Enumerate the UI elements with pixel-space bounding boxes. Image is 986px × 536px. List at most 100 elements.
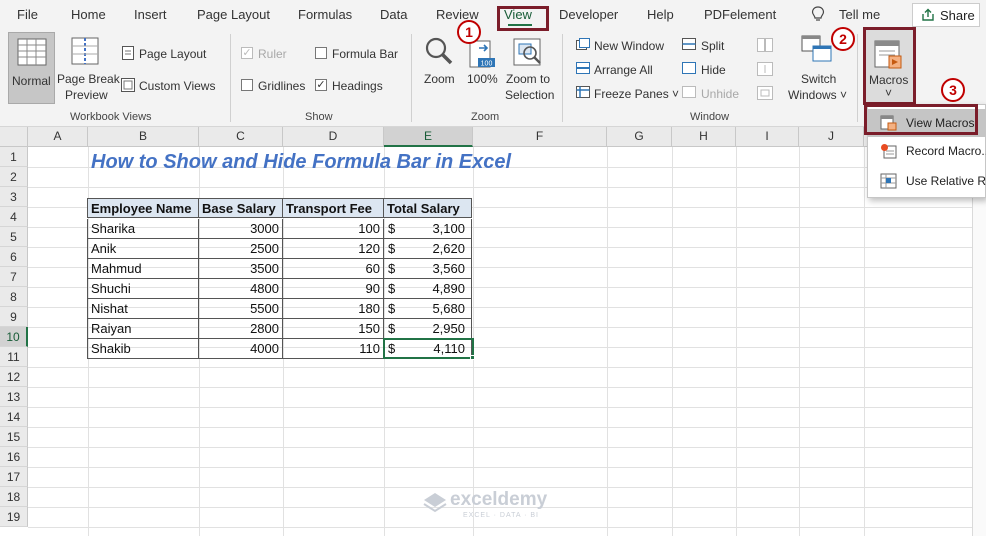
headings-checkbox[interactable]: ✓ <box>315 79 327 91</box>
tell-me-search[interactable]: Tell me <box>839 7 880 22</box>
custom-views-button[interactable]: Custom Views <box>139 79 215 93</box>
tab-home[interactable]: Home <box>71 7 106 22</box>
cell-total-salary[interactable]: $3,100 <box>384 219 472 239</box>
page-break-label[interactable]: Page Break <box>57 72 120 86</box>
row-header-14[interactable]: 14 <box>0 407 28 427</box>
zoom-to-selection-label[interactable]: Zoom to <box>506 72 550 86</box>
freeze-panes-button[interactable]: Freeze Panes ˅ <box>594 87 679 101</box>
cell-transport-fee[interactable]: 180 <box>283 299 384 319</box>
cell-transport-fee[interactable]: 150 <box>283 319 384 339</box>
normal-view-button[interactable]: Normal <box>8 32 55 104</box>
switch-windows-label-2[interactable]: Windows ˅ <box>788 88 847 102</box>
cell-employee-name[interactable]: Nishat <box>87 299 199 319</box>
tab-formulas[interactable]: Formulas <box>298 7 352 22</box>
arrange-all-button[interactable]: Arrange All <box>594 63 653 77</box>
row-header-6[interactable]: 6 <box>0 247 28 267</box>
cell-employee-name[interactable]: Shuchi <box>87 279 199 299</box>
row-header-9[interactable]: 9 <box>0 307 28 327</box>
column-header-j[interactable]: J <box>799 127 864 147</box>
cell-transport-fee[interactable]: 120 <box>283 239 384 259</box>
tab-page-layout[interactable]: Page Layout <box>197 7 270 22</box>
row-header-7[interactable]: 7 <box>0 267 28 287</box>
header-total-salary[interactable]: Total Salary <box>384 198 472 218</box>
row-header-10[interactable]: 10 <box>0 327 28 347</box>
zoom-magnifier-icon[interactable] <box>424 36 454 66</box>
column-header-a[interactable]: A <box>28 127 88 147</box>
cell-base-salary[interactable]: 4800 <box>199 279 283 299</box>
zoom-to-selection-label-2[interactable]: Selection <box>505 88 554 102</box>
tab-pdfelement[interactable]: PDFelement <box>704 7 776 22</box>
column-header-g[interactable]: G <box>607 127 672 147</box>
vertical-scrollbar[interactable] <box>972 147 986 536</box>
column-header-c[interactable]: C <box>199 127 283 147</box>
row-header-4[interactable]: 4 <box>0 207 28 227</box>
gridlines-checkbox[interactable] <box>241 79 253 91</box>
row-header-13[interactable]: 13 <box>0 387 28 407</box>
row-header-19[interactable]: 19 <box>0 507 28 527</box>
column-header-i[interactable]: I <box>736 127 799 147</box>
page-layout-button[interactable]: Page Layout <box>139 47 206 61</box>
cell-base-salary[interactable]: 2500 <box>199 239 283 259</box>
row-header-18[interactable]: 18 <box>0 487 28 507</box>
cell-employee-name[interactable]: Raiyan <box>87 319 199 339</box>
row-header-17[interactable]: 17 <box>0 467 28 487</box>
row-header-3[interactable]: 3 <box>0 187 28 207</box>
fill-handle[interactable] <box>470 355 475 360</box>
hide-button[interactable]: Hide <box>701 63 726 77</box>
tab-developer[interactable]: Developer <box>559 7 618 22</box>
cell-total-salary[interactable]: $5,680 <box>384 299 472 319</box>
macros-button[interactable]: Macros ˅ <box>863 27 916 105</box>
page-break-label-2[interactable]: Preview <box>65 88 108 102</box>
menu-item-record-macro[interactable]: Record Macro... <box>868 137 986 165</box>
cell-transport-fee[interactable]: 110 <box>283 339 384 359</box>
cell-total-salary[interactable]: $2,620 <box>384 239 472 259</box>
menu-item-use-relative-references[interactable]: Use Relative References <box>868 167 986 195</box>
cell-employee-name[interactable]: Sharika <box>87 219 199 239</box>
reset-window-position-icon[interactable] <box>757 86 773 100</box>
switch-windows-label[interactable]: Switch <box>801 72 836 86</box>
tab-help[interactable]: Help <box>647 7 674 22</box>
cell-total-salary[interactable]: $2,950 <box>384 319 472 339</box>
share-button[interactable]: Share <box>912 3 980 27</box>
cell-base-salary[interactable]: 2800 <box>199 319 283 339</box>
header-transport-fee[interactable]: Transport Fee <box>283 198 384 218</box>
row-header-12[interactable]: 12 <box>0 367 28 387</box>
row-header-15[interactable]: 15 <box>0 427 28 447</box>
unhide-button[interactable]: Unhide <box>701 87 739 101</box>
cell-employee-name[interactable]: Mahmud <box>87 259 199 279</box>
select-all-corner[interactable] <box>0 127 28 147</box>
tab-data[interactable]: Data <box>380 7 407 22</box>
cell-transport-fee[interactable]: 90 <box>283 279 384 299</box>
zoom-100-button[interactable]: 100% <box>467 72 498 86</box>
column-header-d[interactable]: D <box>283 127 384 147</box>
split-button[interactable]: Split <box>701 39 724 53</box>
formula-bar-checkbox[interactable] <box>315 47 327 59</box>
cell-base-salary[interactable]: 3000 <box>199 219 283 239</box>
cell-transport-fee[interactable]: 100 <box>283 219 384 239</box>
cell-base-salary[interactable]: 3500 <box>199 259 283 279</box>
cell-total-salary[interactable]: $4,890 <box>384 279 472 299</box>
ruler-checkbox[interactable]: ✓ <box>241 47 253 59</box>
cell-employee-name[interactable]: Shakib <box>87 339 199 359</box>
header-employee-name[interactable]: Employee Name <box>87 198 199 218</box>
column-header-e[interactable]: E <box>384 127 473 147</box>
cell-employee-name[interactable]: Anik <box>87 239 199 259</box>
row-header-16[interactable]: 16 <box>0 447 28 467</box>
cell-total-salary[interactable]: $3,560 <box>384 259 472 279</box>
row-header-5[interactable]: 5 <box>0 227 28 247</box>
column-header-b[interactable]: B <box>88 127 199 147</box>
tab-insert[interactable]: Insert <box>134 7 167 22</box>
row-header-8[interactable]: 8 <box>0 287 28 307</box>
column-header-h[interactable]: H <box>672 127 736 147</box>
view-side-by-side-icon[interactable] <box>757 38 773 52</box>
cell-base-salary[interactable]: 4000 <box>199 339 283 359</box>
row-header-2[interactable]: 2 <box>0 167 28 187</box>
row-header-11[interactable]: 11 <box>0 347 28 367</box>
sheet-title[interactable]: How to Show and Hide Formula Bar in Exce… <box>91 151 511 174</box>
new-window-button[interactable]: New Window <box>594 39 664 53</box>
row-header-1[interactable]: 1 <box>0 147 28 167</box>
zoom-button[interactable]: Zoom <box>424 72 455 86</box>
column-header-f[interactable]: F <box>473 127 607 147</box>
header-base-salary[interactable]: Base Salary <box>199 198 283 218</box>
synchronous-scrolling-icon[interactable] <box>757 62 773 76</box>
